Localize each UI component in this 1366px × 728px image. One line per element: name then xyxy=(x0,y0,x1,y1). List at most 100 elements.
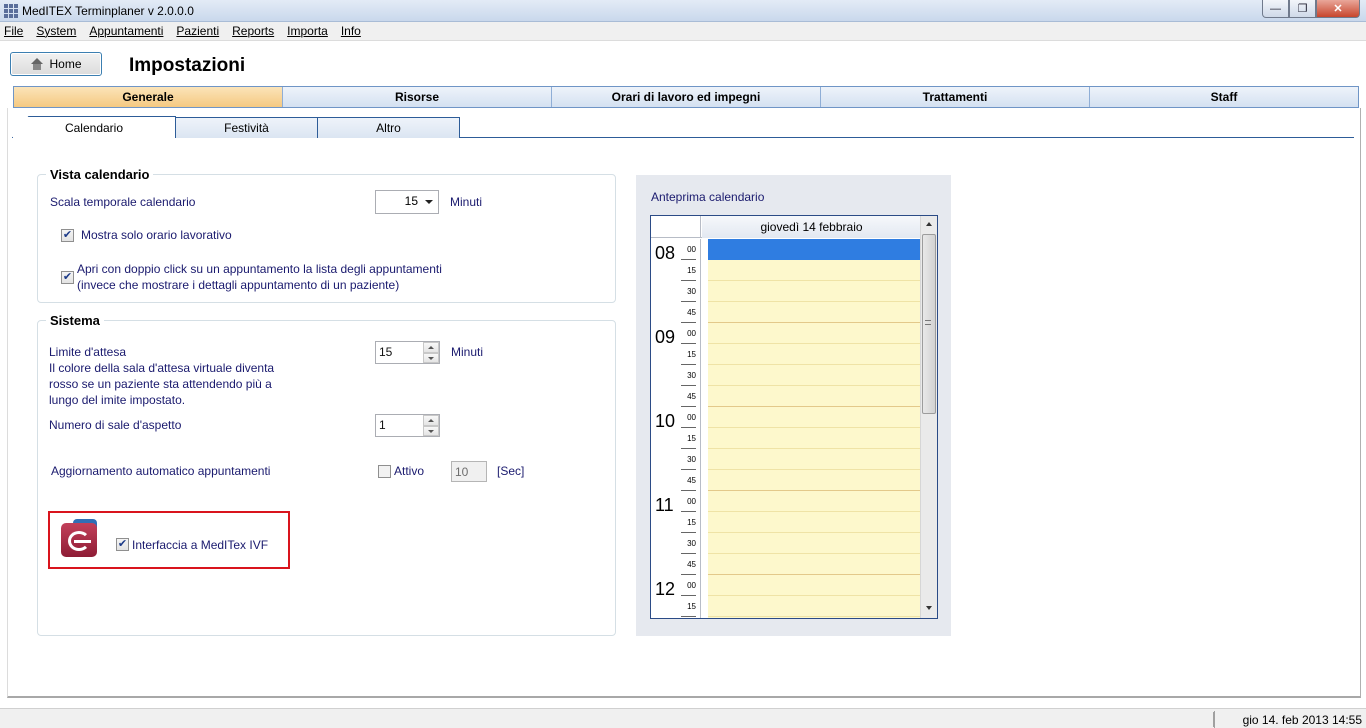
scroll-down-icon[interactable] xyxy=(926,606,932,610)
time-slot[interactable] xyxy=(708,428,921,449)
hour-label: 1200153045 xyxy=(651,575,701,618)
tab-risorse[interactable]: Risorse xyxy=(283,87,552,107)
home-label: Home xyxy=(49,57,82,71)
doppio-click-label-1: Apri con doppio click su un appuntamento… xyxy=(77,262,442,276)
time-slot[interactable] xyxy=(708,281,921,302)
quarter-label: 30 xyxy=(681,449,696,470)
ivf-checkbox[interactable]: ✔ xyxy=(116,538,129,551)
limite-value: 15 xyxy=(379,345,393,359)
time-slot[interactable] xyxy=(708,323,921,344)
time-slot[interactable] xyxy=(708,407,921,428)
calendar-scrollbar[interactable] xyxy=(920,216,937,618)
doppio-click-checkbox[interactable]: ✔ xyxy=(61,271,74,284)
app-icon xyxy=(4,4,18,18)
quarter-label: 30 xyxy=(681,533,696,554)
time-slot[interactable] xyxy=(708,449,921,470)
window-title: MedITEX Terminplaner v 2.0.0.0 xyxy=(22,4,194,18)
subtab-altro[interactable]: Altro xyxy=(317,117,460,138)
quarter-label: 45 xyxy=(681,470,696,491)
time-slot[interactable] xyxy=(708,575,921,596)
calendar-preview: giovedì 14 febbraio 08 00 15 30 45 09 00 15 30 45… xyxy=(650,215,938,619)
meditex-ivf-logo-icon xyxy=(61,519,97,557)
limite-desc-3: lungo del imite impostato. xyxy=(49,393,186,407)
spin-up-icon[interactable] xyxy=(423,342,439,353)
home-icon xyxy=(30,58,44,70)
chevron-down-icon xyxy=(425,200,433,204)
tab-orari[interactable]: Orari di lavoro ed impegni xyxy=(552,87,821,107)
spin-down-icon[interactable] xyxy=(423,352,439,363)
menu-importa[interactable]: Importa xyxy=(287,24,328,38)
quarter-label: 00 xyxy=(681,407,696,428)
vista-calendario-title: Vista calendario xyxy=(46,167,154,182)
attivo-checkbox[interactable] xyxy=(378,465,391,478)
maximize-button[interactable]: ❐ xyxy=(1289,0,1316,18)
hour-number: 08 xyxy=(655,243,676,263)
time-slot[interactable] xyxy=(708,302,921,323)
quarter-label: 45 xyxy=(681,554,696,575)
page-title: Impostazioni xyxy=(129,55,246,76)
scala-dropdown[interactable]: 15 xyxy=(375,190,439,214)
quarter-label: 00 xyxy=(681,323,696,344)
hour-label: 08 00 15 30 45 xyxy=(651,239,701,323)
menu-reports[interactable]: Reports xyxy=(232,24,274,38)
limite-unit: Minuti xyxy=(451,345,484,359)
aggiornamento-label: Aggiornamento automatico appuntamenti xyxy=(51,464,271,478)
sale-spinner[interactable]: 1 xyxy=(375,414,440,437)
grip-icon xyxy=(925,320,931,325)
calendar-corner xyxy=(651,216,701,238)
menu-pazienti[interactable]: Pazienti xyxy=(176,24,219,38)
time-slot[interactable] xyxy=(708,596,921,617)
hour-label: 09 00 15 30 45 xyxy=(651,323,701,407)
time-slot[interactable] xyxy=(708,554,921,575)
quarter-label: 30 xyxy=(681,365,696,386)
solo-orario-checkbox[interactable]: ✔ xyxy=(61,229,74,242)
time-slot[interactable] xyxy=(708,533,921,554)
scroll-up-icon[interactable] xyxy=(926,222,932,226)
sale-label: Numero di sale d'aspetto xyxy=(49,418,182,432)
menu-file[interactable]: File xyxy=(4,24,23,38)
subtab-festivita[interactable]: Festività xyxy=(175,117,318,138)
menu-system[interactable]: System xyxy=(36,24,76,38)
menu-info[interactable]: Info xyxy=(341,24,361,38)
time-column: 08 00 15 30 45 09 00 15 30 45 10 00 15 30 45 11 00 15 30 45… xyxy=(651,239,701,618)
time-slot[interactable] xyxy=(708,260,921,281)
quarter-label: 30 xyxy=(681,617,696,618)
sub-tabs: Calendario Festività Altro xyxy=(12,116,460,138)
sale-value: 1 xyxy=(379,418,386,432)
home-button[interactable]: Home xyxy=(10,52,102,76)
close-button[interactable]: ✕ xyxy=(1316,0,1360,18)
time-slot[interactable] xyxy=(708,512,921,533)
sistema-title: Sistema xyxy=(46,313,104,328)
minimize-button[interactable]: — xyxy=(1262,0,1289,18)
time-slot[interactable] xyxy=(708,470,921,491)
tab-trattamenti[interactable]: Trattamenti xyxy=(821,87,1090,107)
time-slot[interactable] xyxy=(708,617,921,618)
spin-down-icon[interactable] xyxy=(423,425,439,436)
quarter-label: 15 xyxy=(681,596,696,617)
time-slot[interactable] xyxy=(708,239,921,260)
hour-number: 11 xyxy=(655,495,674,515)
limite-spinner[interactable]: 15 xyxy=(375,341,440,364)
menu-appuntamenti[interactable]: Appuntamenti xyxy=(89,24,163,38)
time-slot[interactable] xyxy=(708,344,921,365)
subtab-calendario[interactable]: Calendario xyxy=(12,116,176,138)
attivo-label: Attivo xyxy=(394,464,425,478)
day-column[interactable] xyxy=(708,239,921,618)
quarter-label: 00 xyxy=(681,239,696,260)
spin-up-icon[interactable] xyxy=(423,415,439,426)
sec-input[interactable]: 10 xyxy=(451,461,487,482)
scala-unit: Minuti xyxy=(450,195,483,209)
tab-staff[interactable]: Staff xyxy=(1090,87,1358,107)
tab-generale[interactable]: Generale xyxy=(14,87,283,107)
doppio-click-label-2: (invece che mostrare i dettagli appuntam… xyxy=(77,278,400,292)
quarter-label: 15 xyxy=(681,344,696,365)
time-slot[interactable] xyxy=(708,365,921,386)
limite-label: Limite d'attesa xyxy=(49,345,126,359)
scala-label: Scala temporale calendario xyxy=(50,195,196,209)
quarter-label: 00 xyxy=(681,491,696,512)
time-slot[interactable] xyxy=(708,491,921,512)
time-slot[interactable] xyxy=(708,386,921,407)
limite-desc-2: rosso se un paziente sta attendendo più … xyxy=(49,377,272,391)
preview-title: Anteprima calendario xyxy=(651,190,765,204)
sec-unit: [Sec] xyxy=(497,464,525,478)
